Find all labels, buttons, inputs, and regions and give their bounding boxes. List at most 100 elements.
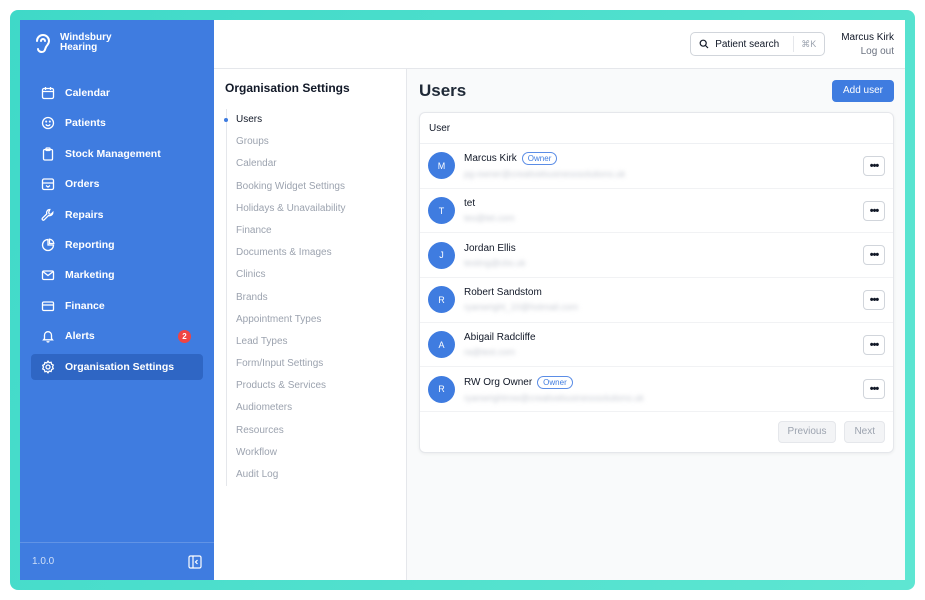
- settings-list: Users Groups Calendar Booking Widget Set…: [224, 109, 406, 487]
- table-row[interactable]: M Marcus Kirk Owner pg-owner@creativebus…: [420, 144, 893, 189]
- page-title: Users: [419, 80, 467, 100]
- search-icon: [699, 39, 709, 49]
- row-actions-button[interactable]: •••: [863, 334, 885, 355]
- table-row[interactable]: T tet tes@tet.com •••: [420, 189, 893, 234]
- patient-search-button[interactable]: Patient search ⌘K: [690, 32, 826, 56]
- sidebar-item-stock-management[interactable]: Stock Management: [31, 141, 203, 167]
- sidebar-item-label: Alerts: [65, 330, 95, 343]
- avatar: R: [428, 375, 455, 403]
- settings-item-brands[interactable]: Brands: [227, 287, 406, 309]
- settings-item-products-services[interactable]: Products & Services: [227, 375, 406, 397]
- previous-page-button[interactable]: Previous: [777, 421, 837, 444]
- user-info: Jordan Ellis testing@cbs.uk: [464, 243, 863, 268]
- owner-badge: Owner: [521, 152, 558, 166]
- app-version: 1.0.0: [32, 556, 55, 567]
- user-name-line: Robert Sandstom: [464, 287, 863, 298]
- sidebar-item-label: Calendar: [65, 87, 110, 99]
- sidebar-item-label: Stock Management: [65, 147, 161, 160]
- user-name: Marcus Kirk: [464, 153, 517, 165]
- settings-item-audiometers[interactable]: Audiometers: [227, 397, 406, 419]
- more-icon: •••: [869, 293, 880, 306]
- window-frame: Windsbury Hearing Calendar Patients Stoc…: [10, 10, 915, 590]
- owner-badge: Owner: [537, 375, 573, 389]
- avatar: R: [428, 286, 455, 314]
- table-row[interactable]: J Jordan Ellis testing@cbs.uk •••: [420, 233, 893, 279]
- avatar: M: [428, 152, 455, 180]
- user-name-line: Abigail Radcliffe: [464, 332, 863, 343]
- table-row[interactable]: A Abigail Radcliffe ra@test.com •••: [420, 323, 893, 368]
- more-icon: •••: [869, 338, 880, 351]
- row-actions-button[interactable]: •••: [863, 200, 885, 221]
- settings-item-booking-widget-settings[interactable]: Booking Widget Settings: [227, 176, 406, 198]
- settings-item-resources[interactable]: Resources: [227, 420, 406, 442]
- user-info: Marcus Kirk Owner pg-owner@creativebusin…: [464, 152, 863, 179]
- row-actions-button[interactable]: •••: [863, 379, 885, 400]
- collapse-sidebar-icon[interactable]: [188, 554, 202, 569]
- more-icon: •••: [869, 383, 880, 396]
- user-email: testing@cbs.uk: [464, 257, 526, 268]
- sidebar-item-alerts[interactable]: Alerts 2: [31, 323, 203, 349]
- user-name-line: tet: [464, 198, 863, 209]
- settings-item-groups[interactable]: Groups: [227, 131, 406, 153]
- sidebar-item-label: Organisation Settings: [65, 360, 175, 373]
- user-info: RW Org Owner Owner ryanwrightrow@creativ…: [464, 375, 863, 403]
- sidebar-item-orders[interactable]: Orders: [31, 171, 203, 197]
- users-header: Users Add user: [419, 79, 894, 102]
- sidebar-item-organisation-settings[interactable]: Organisation Settings: [31, 353, 203, 380]
- settings-item-documents-images[interactable]: Documents & Images: [227, 242, 406, 264]
- user-info: Abigail Radcliffe ra@test.com: [464, 332, 863, 357]
- sidebar-item-finance[interactable]: Finance: [31, 293, 203, 319]
- content-area: Organisation Settings Users Groups Calen…: [214, 69, 905, 580]
- user-name: Jordan Ellis: [464, 242, 516, 254]
- row-actions-button[interactable]: •••: [863, 289, 885, 310]
- settings-item-appointment-types[interactable]: Appointment Types: [227, 309, 406, 331]
- alerts-count-badge: 2: [178, 330, 191, 344]
- topbar: Patient search ⌘K Marcus Kirk Log out: [214, 20, 905, 69]
- main-area: Patient search ⌘K Marcus Kirk Log out Or…: [214, 20, 905, 580]
- user-name-line: Marcus Kirk Owner: [464, 152, 863, 166]
- row-actions-button[interactable]: •••: [863, 245, 885, 266]
- sidebar-item-calendar[interactable]: Calendar: [31, 80, 203, 106]
- settings-item-audit-log[interactable]: Audit Log: [227, 464, 406, 486]
- settings-item-form-input-settings[interactable]: Form/Input Settings: [227, 353, 406, 375]
- sidebar: Windsbury Hearing Calendar Patients Stoc…: [20, 20, 214, 580]
- table-row[interactable]: R RW Org Owner Owner ryanwrightrow@creat…: [420, 367, 893, 413]
- pie-chart-icon: [41, 238, 55, 252]
- pagination: Previous Next: [420, 412, 893, 452]
- wrench-icon: [41, 208, 55, 222]
- sidebar-item-label: Marketing: [65, 269, 115, 282]
- next-page-button[interactable]: Next: [844, 421, 885, 444]
- sidebar-item-patients[interactable]: Patients: [31, 110, 203, 136]
- settings-item-workflow[interactable]: Workflow: [227, 442, 406, 464]
- user-email: pg-owner@creativebusinesssolutions.uk: [464, 169, 626, 180]
- user-info: Robert Sandstom ryanwright_10@hotmail.co…: [464, 287, 863, 312]
- sidebar-nav: Calendar Patients Stock Management Order…: [20, 80, 214, 380]
- logout-link[interactable]: Log out: [841, 46, 894, 57]
- settings-item-holidays-unavailability[interactable]: Holidays & Unavailability: [227, 198, 406, 220]
- table-row[interactable]: R Robert Sandstom ryanwright_10@hotmail.…: [420, 278, 893, 323]
- users-panel: Users Add user User M Marcus Kirk Owner: [407, 69, 905, 580]
- sidebar-item-marketing[interactable]: Marketing: [31, 262, 203, 288]
- brand-logo[interactable]: Windsbury Hearing: [20, 20, 214, 66]
- user-info: tet tes@tet.com: [464, 198, 863, 223]
- settings-item-lead-types[interactable]: Lead Types: [227, 331, 406, 353]
- settings-subnav: Organisation Settings Users Groups Calen…: [214, 69, 407, 580]
- settings-item-clinics[interactable]: Clinics: [227, 264, 406, 286]
- avatar: A: [428, 331, 455, 359]
- sidebar-item-repairs[interactable]: Repairs: [31, 202, 203, 228]
- column-header-user: User: [420, 113, 893, 144]
- user-name: Robert Sandstom: [464, 287, 542, 299]
- sidebar-item-label: Reporting: [65, 238, 115, 251]
- current-user-name: Marcus Kirk: [841, 31, 894, 43]
- sidebar-item-reporting[interactable]: Reporting: [31, 232, 203, 258]
- search-shortcut: ⌘K: [793, 36, 816, 52]
- more-icon: •••: [869, 249, 880, 262]
- settings-item-users[interactable]: Users: [224, 109, 406, 131]
- avatar: J: [428, 241, 455, 269]
- smile-icon: [41, 116, 55, 130]
- settings-item-calendar[interactable]: Calendar: [227, 153, 406, 175]
- user-name-line: Jordan Ellis: [464, 243, 863, 254]
- add-user-button[interactable]: Add user: [832, 79, 894, 102]
- row-actions-button[interactable]: •••: [863, 155, 885, 176]
- settings-item-finance[interactable]: Finance: [227, 220, 406, 242]
